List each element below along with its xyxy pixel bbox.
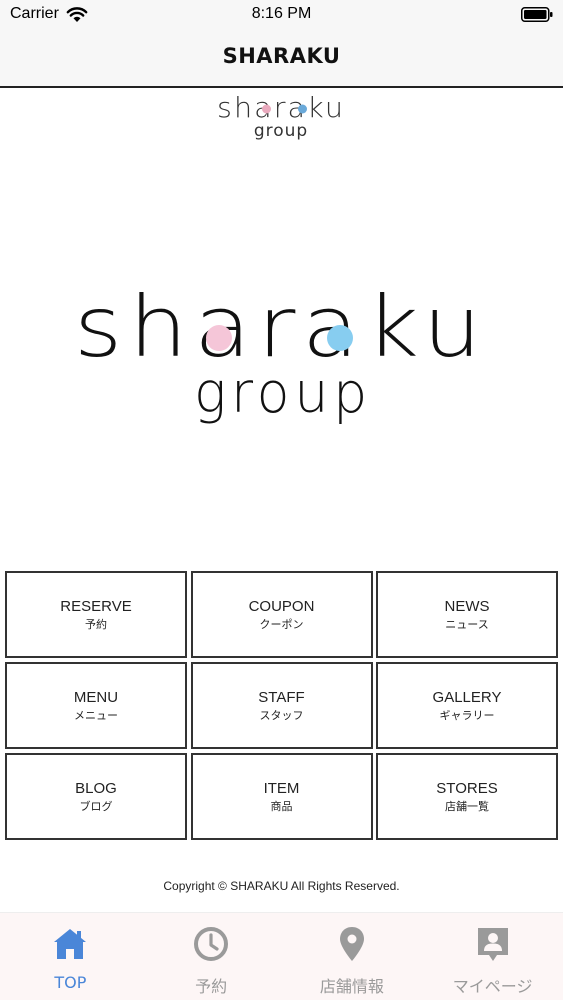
home-icon xyxy=(54,929,87,959)
menu-label-en: MENU xyxy=(73,688,119,706)
clock-icon xyxy=(194,927,229,961)
menu-label-ja: ニュース xyxy=(445,617,489,631)
menu-label-en: COUPON xyxy=(248,597,315,615)
menu-label-en: BLOG xyxy=(75,779,117,797)
copyright-text: Copyright © SHARAKU All Rights Reserved. xyxy=(163,879,400,893)
menu-label-en: RESERVE xyxy=(60,597,132,615)
menu-label-ja: メニュー xyxy=(74,708,118,722)
tab-store-info[interactable]: 店舗情報 xyxy=(282,913,423,1000)
menu-button-blog[interactable]: BLOG ブログ xyxy=(5,753,187,840)
sharaku-small-logo: sharaku group xyxy=(217,91,345,141)
menu-label-en: STAFF xyxy=(258,688,305,706)
sharaku-group-logo: sharaku group xyxy=(74,280,482,426)
tab-mypage[interactable]: マイページ xyxy=(422,913,563,1000)
tab-label: 店舗情報 xyxy=(319,977,384,996)
small-logo-word: sharaku xyxy=(217,91,345,124)
small-logo-pink-dot xyxy=(262,104,271,114)
menu-button-stores[interactable]: STORES 店舗一覧 xyxy=(376,753,558,840)
profile-icon xyxy=(477,928,508,961)
menu-label-ja: 予約 xyxy=(85,617,107,631)
app-screen: Carrier 8:16 PM SHARAKU sharaku group sh… xyxy=(0,0,563,1000)
menu-label-ja: 商品 xyxy=(270,799,293,813)
tab-reserve[interactable]: 予約 xyxy=(141,913,282,1000)
menu-button-reserve[interactable]: RESERVE 予約 xyxy=(5,571,187,658)
small-logo-sub: group xyxy=(254,121,308,141)
menu-button-item[interactable]: ITEM 商品 xyxy=(190,753,373,840)
small-logo-blue-dot xyxy=(298,104,307,114)
menu-label-en: ITEM xyxy=(263,779,300,797)
menu-button-staff[interactable]: STAFF スタッフ xyxy=(190,662,373,749)
logo-blue-dot xyxy=(327,325,353,351)
tab-label: マイページ xyxy=(452,977,533,996)
menu-grid: RESERVE 予約 COUPON クーポン NEWS ニュース MENU メニ… xyxy=(5,571,558,840)
menu-label-ja: クーポン xyxy=(259,617,304,631)
menu-label-en: NEWS xyxy=(444,597,490,615)
page-title: SHARAKU xyxy=(222,44,341,68)
tab-label: 予約 xyxy=(195,977,228,996)
logo-pink-dot xyxy=(206,325,232,351)
logo-sub: group xyxy=(194,361,372,426)
menu-label-ja: 店舗一覧 xyxy=(445,799,489,813)
menu-button-news[interactable]: NEWS ニュース xyxy=(376,571,558,658)
menu-label-ja: スタッフ xyxy=(259,708,304,722)
menu-label-en: STORES xyxy=(436,779,498,797)
navigation-bar: SHARAKU xyxy=(0,30,563,88)
tab-top[interactable]: TOP xyxy=(0,913,141,1000)
map-pin-icon xyxy=(339,927,364,961)
menu-button-coupon[interactable]: COUPON クーポン xyxy=(190,571,373,658)
status-bar: Carrier 8:16 PM xyxy=(0,0,563,30)
tab-label: TOP xyxy=(54,973,87,992)
menu-label-ja: ギャラリー xyxy=(439,708,495,722)
menu-label-ja: ブログ xyxy=(79,799,113,813)
menu-button-menu[interactable]: MENU メニュー xyxy=(5,662,187,749)
battery-icon xyxy=(521,7,553,22)
menu-label-en: GALLERY xyxy=(432,688,502,706)
status-time: 8:16 PM xyxy=(251,5,312,22)
tab-bar: TOP 予約 店舗情報 マイページ xyxy=(0,912,563,1000)
menu-button-gallery[interactable]: GALLERY ギャラリー xyxy=(376,662,558,749)
